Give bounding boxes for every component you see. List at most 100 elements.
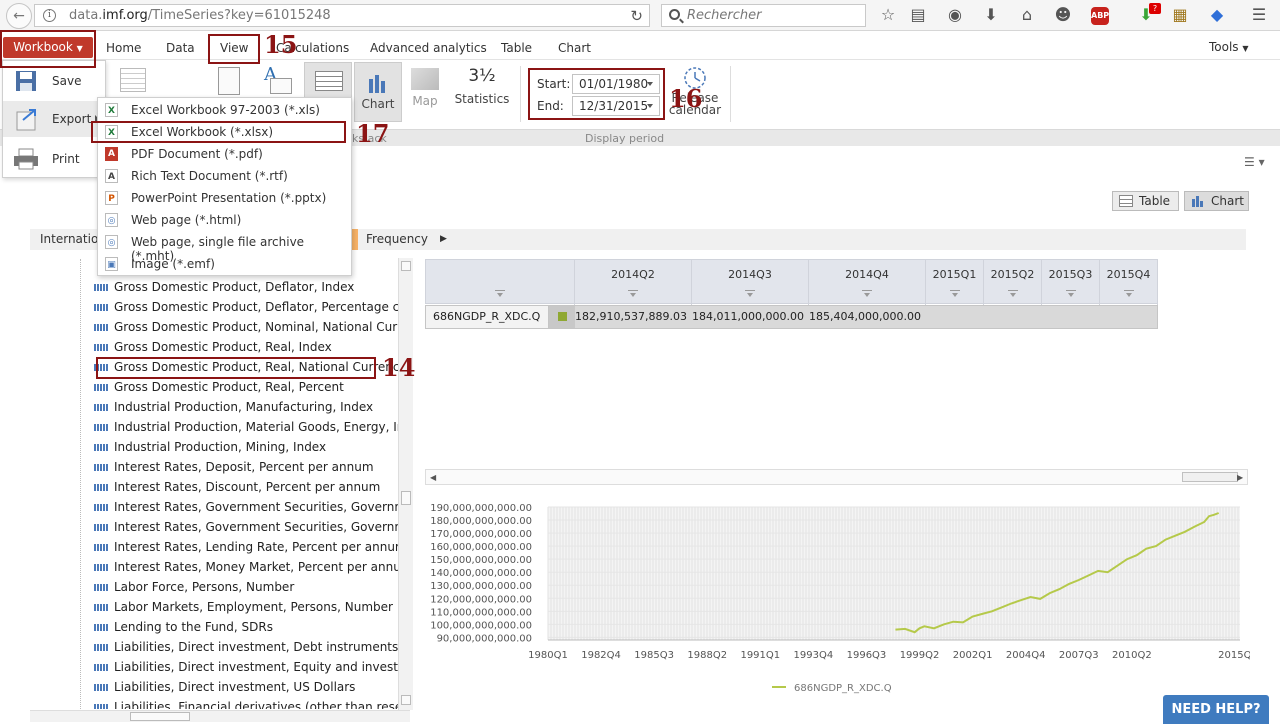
workbook-save-item[interactable]: Save	[3, 63, 105, 99]
table-view-button[interactable]: Table	[1112, 191, 1179, 211]
filter-icon[interactable]	[1007, 290, 1018, 298]
tree-item[interactable]: Lending to the Fund, SDRs	[40, 618, 400, 638]
scroll-left-icon[interactable]: ◀	[430, 473, 436, 482]
tree-item[interactable]: Liabilities, Direct investment, US Dolla…	[40, 678, 400, 698]
table-cell[interactable]	[1100, 306, 1151, 328]
tree-item[interactable]: Interest Rates, Discount, Percent per an…	[40, 478, 400, 498]
column-header[interactable]: 2015Q1	[926, 260, 984, 305]
column-header[interactable]: 2014Q4	[809, 260, 926, 305]
reload-icon[interactable]: ↻	[630, 7, 643, 25]
tree-vertical-scrollbar[interactable]	[398, 258, 413, 710]
filter-icon[interactable]	[628, 290, 638, 298]
tree-item[interactable]: Liabilities, Direct investment, Debt ins…	[40, 638, 400, 658]
column-header[interactable]: 2015Q2	[984, 260, 1042, 305]
filter-icon[interactable]	[1065, 290, 1076, 298]
ribbon-statistics-button[interactable]: 3½ Statistics	[454, 66, 510, 122]
tools-menu[interactable]: Tools ▼	[1209, 40, 1249, 54]
column-header[interactable]: 2014Q3	[692, 260, 809, 305]
scroll-down-icon[interactable]	[401, 695, 411, 705]
tree-item[interactable]: Labor Markets, Employment, Persons, Numb…	[40, 598, 400, 618]
scroll-thumb[interactable]	[1182, 472, 1238, 482]
tree-item[interactable]: Gross Domestic Product, Deflator, Percen…	[40, 298, 400, 318]
scroll-thumb[interactable]	[401, 491, 411, 505]
tree-item[interactable]: Labor Force, Persons, Number	[40, 578, 400, 598]
scroll-up-icon[interactable]	[401, 261, 411, 271]
table-cell[interactable]: 184,011,000,000.00	[692, 306, 804, 328]
tree-item[interactable]: Industrial Production, Mining, Index	[40, 438, 400, 458]
export-item-rtf[interactable]: A Rich Text Document (*.rtf)	[98, 165, 351, 187]
row-series-key[interactable]: 686NGDP_R_XDC.Q	[426, 306, 549, 328]
column-header[interactable]: 2014Q2	[575, 260, 692, 305]
reading-list-icon[interactable]: ▤	[908, 5, 928, 25]
pocket-icon[interactable]: ◉	[945, 5, 965, 25]
filter-icon[interactable]	[495, 290, 505, 298]
table-row[interactable]: 686NGDP_R_XDC.Q 182,910,537,889.03 184,01…	[425, 305, 1158, 329]
tree-item[interactable]: Industrial Production, Manufacturing, In…	[40, 398, 400, 418]
export-item-mht[interactable]: ◎ Web page, single file archive (*.mht)	[98, 231, 351, 263]
back-icon[interactable]: ←	[6, 3, 32, 29]
panel-options-icon[interactable]: ☰ ▾	[1244, 155, 1265, 169]
export-item-emf[interactable]: ▣ Image (*.emf)	[98, 253, 351, 275]
menu-chart[interactable]: Chart	[558, 41, 591, 55]
ribbon-list-icon[interactable]	[120, 68, 146, 92]
notebook-icon[interactable]: ▦	[1170, 5, 1190, 25]
tree-item[interactable]: Liabilities, Direct investment, Equity a…	[40, 658, 400, 678]
browser-search-input[interactable]: Rechercher	[661, 4, 866, 27]
tree-item[interactable]: Liabilities, Financial derivatives (othe…	[40, 698, 400, 709]
tree-item[interactable]: Gross Domestic Product, Real, Index	[40, 338, 400, 358]
table-horizontal-scrollbar[interactable]: ◀ ▶	[425, 469, 1248, 485]
filter-icon[interactable]	[949, 290, 960, 298]
tree-item[interactable]: Industrial Production, Material Goods, E…	[40, 418, 400, 438]
ribbon-chart-button[interactable]: Chart	[354, 62, 402, 122]
column-header[interactable]: 2015Q4	[1100, 260, 1158, 305]
extension-icon[interactable]: ◆	[1207, 5, 1227, 25]
column-header[interactable]: 2015Q3	[1042, 260, 1100, 305]
home-icon[interactable]: ⌂	[1017, 5, 1037, 25]
export-item-excel-xls[interactable]: X Excel Workbook 97-2003 (*.xls)	[98, 99, 351, 121]
table-cell[interactable]	[984, 306, 1035, 328]
ribbon-map-button[interactable]: Map	[404, 66, 446, 122]
site-info-icon[interactable]: i	[43, 9, 56, 22]
filter-icon[interactable]	[862, 290, 872, 298]
adblock-icon[interactable]: ABP	[1091, 7, 1109, 25]
tree-item[interactable]: Gross Domestic Product, Nominal, Nationa…	[40, 318, 400, 338]
app-menubar: Home Data View Calculations Advanced ana…	[0, 36, 1280, 60]
scroll-thumb[interactable]	[130, 712, 190, 721]
export-item-pptx[interactable]: P PowerPoint Presentation (*.pptx)	[98, 187, 351, 209]
filter-icon[interactable]	[745, 290, 755, 298]
tree-horizontal-scrollbar[interactable]	[30, 710, 410, 722]
address-bar[interactable]: i data.imf.org/TimeSeries?key=61015248 ↻	[34, 4, 650, 27]
workbook-print-item[interactable]: Print	[3, 141, 105, 177]
table-cell[interactable]	[926, 306, 977, 328]
export-item-html[interactable]: ◎ Web page (*.html)	[98, 209, 351, 231]
workbook-export-item[interactable]: Export	[3, 101, 105, 137]
tree-item[interactable]: Gross Domestic Product, Real, Percent	[40, 378, 400, 398]
filter-icon[interactable]	[1123, 290, 1134, 298]
tree-item[interactable]: Interest Rates, Money Market, Percent pe…	[40, 558, 400, 578]
need-help-button[interactable]: NEED HELP?	[1163, 695, 1269, 724]
column-header-label: 2014Q4	[845, 268, 889, 281]
menu-advanced-analytics[interactable]: Advanced analytics	[370, 41, 487, 55]
dimension-frequency[interactable]: Frequency	[366, 232, 428, 246]
menu-table[interactable]: Table	[501, 41, 532, 55]
table-cell[interactable]: 185,404,000,000.00	[809, 306, 921, 328]
column-header-label: 2014Q3	[728, 268, 772, 281]
export-item-pdf[interactable]: A PDF Document (*.pdf)	[98, 143, 351, 165]
menu-home[interactable]: Home	[106, 41, 141, 55]
download-icon[interactable]: ⬇	[981, 5, 1001, 25]
scroll-right-icon[interactable]: ▶	[1237, 473, 1243, 482]
tree-item[interactable]: Interest Rates, Deposit, Percent per ann…	[40, 458, 400, 478]
chevron-right-icon[interactable]: ▶	[440, 234, 447, 244]
bookmark-star-icon[interactable]: ☆	[878, 5, 898, 25]
table-cell[interactable]: 182,910,537,889.03	[575, 306, 687, 328]
chat-icon[interactable]: ☻	[1053, 5, 1073, 25]
tree-item[interactable]: Interest Rates, Government Securities, G…	[40, 518, 400, 538]
tree-item[interactable]: Interest Rates, Lending Rate, Percent pe…	[40, 538, 400, 558]
ribbon-document-icon[interactable]	[218, 67, 240, 95]
chart-view-button[interactable]: Chart	[1184, 191, 1249, 211]
tree-item[interactable]: Interest Rates, Government Securities, G…	[40, 498, 400, 518]
table-cell[interactable]	[1042, 306, 1093, 328]
hamburger-menu-icon[interactable]: ☰	[1249, 5, 1269, 25]
menu-data[interactable]: Data	[166, 41, 195, 55]
tree-item[interactable]: Gross Domestic Product, Deflator, Index	[40, 278, 400, 298]
